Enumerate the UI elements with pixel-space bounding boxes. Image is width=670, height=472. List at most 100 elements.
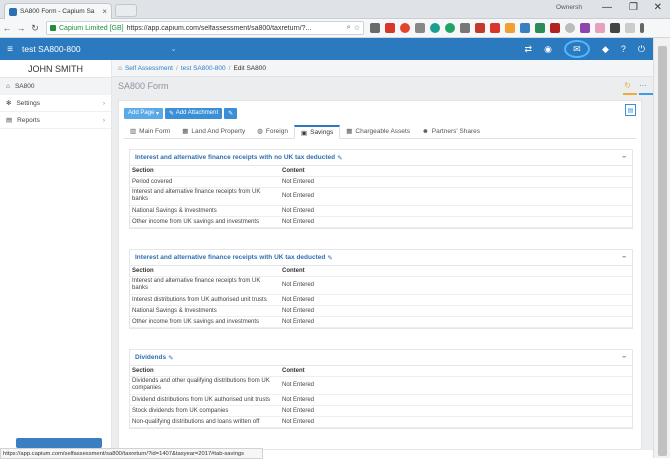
- extension-icon[interactable]: [595, 23, 605, 33]
- extension-icon[interactable]: [550, 23, 560, 33]
- extension-icon[interactable]: [445, 23, 455, 33]
- tab-land-and-property[interactable]: ▦ Land And Property: [176, 124, 251, 138]
- form-tabs: ▥ Main Form ▦ Land And Property ◍ Foreign ▣…: [124, 123, 636, 139]
- chevron-right-icon: ›: [102, 99, 105, 107]
- question-icon[interactable]: ?: [621, 44, 626, 54]
- secure-site-label: Capium Limited [GB]: [59, 24, 124, 32]
- edit-button[interactable]: ✎: [224, 107, 238, 119]
- pdf-icon[interactable]: ▤: [625, 104, 636, 116]
- close-tab-icon[interactable]: ×: [102, 7, 107, 16]
- transfer-icon[interactable]: ⇄: [525, 44, 533, 55]
- extension-icon[interactable]: [385, 23, 395, 33]
- add-page-button[interactable]: Add Page ▾: [124, 107, 164, 119]
- extension-icon[interactable]: [535, 23, 545, 33]
- forward-icon[interactable]: →: [14, 23, 28, 33]
- star-icon[interactable]: ☆: [354, 24, 360, 32]
- add-attachment-button[interactable]: ✎ Add Attachment: [165, 107, 223, 119]
- reload-icon[interactable]: ↻: [28, 23, 42, 34]
- scrollbar-thumb[interactable]: [658, 46, 667, 456]
- megaphone-icon[interactable]: ✉: [563, 40, 590, 58]
- power-icon[interactable]: ⏻: [638, 44, 645, 55]
- extension-icon[interactable]: [580, 23, 590, 33]
- minimize-icon[interactable]: —: [602, 2, 612, 13]
- browser-toolbar: ← → ↻ Capium Limited [GB] https://app.ca…: [0, 19, 670, 38]
- edit-icon[interactable]: ✎: [337, 154, 342, 162]
- main-content: ⌂ Self Assessment / test SA800-800 / Edi…: [112, 60, 653, 450]
- breadcrumb-separator: /: [228, 64, 231, 72]
- browser-tab[interactable]: SA800 Form - Capium Sa ×: [4, 3, 112, 19]
- browser-tabbar: SA800 Form - Capium Sa × Ownersh — ❐ ✕: [0, 0, 670, 19]
- extension-icon[interactable]: [460, 23, 470, 33]
- browser-profile-label[interactable]: Ownersh: [556, 4, 582, 11]
- edit-icon[interactable]: ✎: [327, 254, 332, 262]
- form-toolbar: Add Page ▾ ✎ Add Attachment ✎: [119, 104, 641, 122]
- breadcrumb-link-self-assessment[interactable]: Self Assessment: [125, 65, 173, 72]
- extension-icon[interactable]: [430, 23, 440, 33]
- extension-icon[interactable]: [415, 23, 425, 33]
- back-icon[interactable]: ←: [0, 23, 14, 33]
- menu-icon[interactable]: ≡: [0, 44, 20, 55]
- sidebar-item-settings[interactable]: ✻ Settings ›: [0, 95, 111, 112]
- tab-foreign[interactable]: ◍ Foreign: [251, 124, 294, 138]
- table-row: Interest and alternative finance receipt…: [130, 187, 632, 206]
- panel-uk-tax-deducted: Interest and alternative finance receipt…: [129, 249, 633, 329]
- home-icon: ⌂: [118, 64, 122, 72]
- tab-savings[interactable]: ▣ Savings: [293, 125, 341, 139]
- page-scrollbar[interactable]: [653, 38, 670, 458]
- panel-title: Interest and alternative finance receipt…: [135, 154, 336, 161]
- url-text[interactable]: https://app.capium.com/selfassessment/sa…: [127, 25, 344, 32]
- capium-favicon-icon: [9, 7, 17, 16]
- home-icon: ⌂: [6, 82, 10, 90]
- bank-icon: ▣: [300, 129, 308, 137]
- chart-icon: ▥: [130, 128, 137, 135]
- extension-icon[interactable]: [490, 23, 500, 33]
- tab-main-form[interactable]: ▥ Main Form: [124, 124, 176, 138]
- tag-icon[interactable]: ◆: [602, 44, 609, 55]
- table-row: Dividends and other qualifying distribut…: [130, 376, 632, 395]
- extension-icon[interactable]: [625, 23, 635, 33]
- tab-partners-shares[interactable]: ☻ Partners' Shares: [416, 124, 486, 138]
- breadcrumb-link-client[interactable]: test SA800-800: [181, 65, 226, 72]
- extension-icon[interactable]: [475, 23, 485, 33]
- edit-icon[interactable]: ✎: [168, 354, 173, 362]
- maximize-icon[interactable]: ❐: [629, 2, 638, 13]
- address-bar[interactable]: Capium Limited [GB] https://app.capium.c…: [46, 21, 364, 35]
- browser-menu-icon[interactable]: [640, 23, 644, 33]
- table-row: Other income from UK savings and investm…: [130, 216, 632, 228]
- extension-icon[interactable]: [400, 23, 410, 33]
- close-window-icon[interactable]: ✕: [654, 2, 662, 13]
- form-card: Add Page ▾ ✎ Add Attachment ✎ ▤ ▥ Main Fo…: [118, 100, 642, 450]
- gear-icon: ✻: [6, 100, 12, 107]
- extension-icon[interactable]: [370, 23, 380, 33]
- new-tab-button[interactable]: [115, 4, 137, 17]
- panel-title: Dividends: [135, 354, 167, 361]
- status-bar-url: https://app.capium.com/selfassessment/sa…: [0, 448, 263, 459]
- tab-chargeable-assets[interactable]: ▦ Chargeable Assets: [340, 124, 416, 138]
- sidebar-bottom-button[interactable]: [16, 438, 102, 448]
- sidebar-item-sa800[interactable]: ⌂ SA800: [0, 78, 111, 95]
- extension-icon[interactable]: [505, 23, 515, 33]
- extension-icon[interactable]: [565, 23, 575, 33]
- extension-icon[interactable]: [610, 23, 620, 33]
- help-circle-icon[interactable]: ◉: [544, 44, 552, 55]
- chevron-down-icon[interactable]: ⌄: [171, 45, 177, 53]
- refresh-icon[interactable]: ↻: [624, 81, 631, 90]
- collapse-icon[interactable]: −: [622, 354, 626, 361]
- file-icon: ▤: [6, 117, 13, 124]
- sidebar: JOHN SMITH ⌂ SA800 ✻ Settings › ▤ Report…: [0, 60, 112, 450]
- collapse-icon[interactable]: −: [622, 154, 626, 161]
- accent-underline: [639, 93, 653, 95]
- collapse-icon[interactable]: −: [622, 254, 626, 261]
- more-icon[interactable]: ⋯: [639, 81, 647, 90]
- search-icon[interactable]: ⌕: [347, 24, 351, 32]
- panel-dividends: Dividends ✎ − Section Content Dividends a…: [129, 349, 633, 429]
- sidebar-item-reports[interactable]: ▤ Reports ›: [0, 112, 111, 129]
- browser-tab-title: SA800 Form - Capium Sa: [20, 8, 95, 15]
- dividends-table: Section Content Dividends and other quali…: [130, 366, 632, 428]
- panel-title: Interest and alternative finance receipt…: [135, 254, 326, 261]
- client-name: test SA800-800: [22, 44, 81, 54]
- bottom-strip: [0, 459, 670, 472]
- panel-no-uk-tax: Interest and alternative finance receipt…: [129, 149, 633, 229]
- table-row: Other income from UK savings and investm…: [130, 316, 632, 328]
- extension-icon[interactable]: [520, 23, 530, 33]
